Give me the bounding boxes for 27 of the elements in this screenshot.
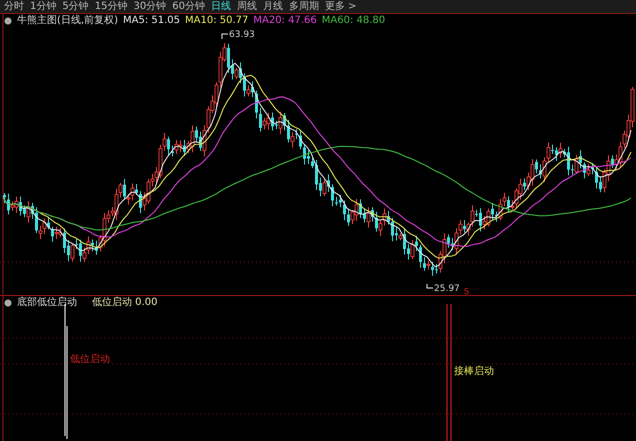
leader-line [222, 34, 228, 40]
leader-line [426, 284, 434, 288]
period-tab[interactable]: 日线 [208, 0, 233, 13]
period-tab[interactable]: 多周期 [286, 0, 321, 13]
moving-average-value: MA10: 50.77 [185, 15, 248, 27]
moving-average-value: MA20: 47.66 [253, 15, 317, 27]
moving-average-value: MA5: 51.05 [122, 15, 180, 27]
indicator-title: 底部低位启动 [17, 297, 77, 309]
period-tab[interactable]: 30分钟 [131, 0, 168, 13]
period-tab[interactable]: 月线 [260, 0, 285, 13]
moving-average-value: MA60: 48.80 [322, 15, 386, 27]
settings-icon[interactable] [4, 299, 12, 307]
signal-mark: S [464, 287, 470, 295]
period-tab[interactable]: 分时 [2, 0, 26, 13]
settings-icon[interactable] [4, 17, 12, 25]
signal-label: 接棒启动 [454, 366, 494, 378]
period-tab[interactable]: 60分钟 [170, 0, 207, 13]
period-tab[interactable]: 周线 [234, 0, 259, 13]
indicator-title: 牛熊主图(日线,前复权) [17, 15, 118, 27]
signal-label: 低位启动 [70, 354, 110, 366]
period-tab[interactable]: 5分钟 [60, 0, 91, 13]
period-tab[interactable]: 15分钟 [92, 0, 130, 13]
price-label: 25.97 [434, 284, 460, 294]
indicator-value: 低位启动 0.00 [92, 297, 158, 309]
period-tab[interactable]: 更多 > [322, 0, 359, 13]
period-tab[interactable]: 1分钟 [28, 0, 58, 13]
price-label: 63.93 [229, 30, 255, 40]
